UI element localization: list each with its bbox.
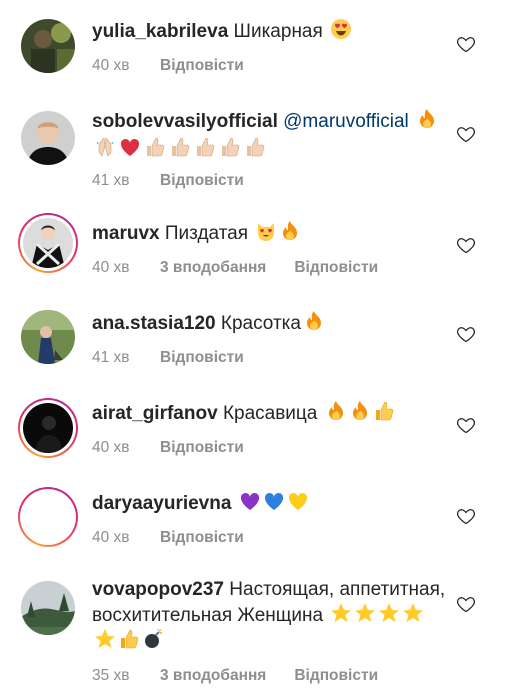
avatar[interactable] <box>18 487 78 547</box>
thumbs-up-emoji-icon <box>169 136 191 158</box>
reply-button[interactable]: Відповісти <box>160 435 244 460</box>
fire-emoji-icon <box>303 310 325 332</box>
heart-outline-icon[interactable] <box>456 34 476 54</box>
comment-time: 41 хв <box>92 172 130 189</box>
comments-list: yulia_kabrileva Шикарная 40 хв Відповіст… <box>0 0 506 700</box>
star-emoji-icon <box>94 628 116 650</box>
comment-time: 40 хв <box>92 529 130 546</box>
reply-button[interactable]: Відповісти <box>160 525 244 550</box>
avatar[interactable] <box>18 108 78 168</box>
comment-username[interactable]: ana.stasia120 <box>92 313 216 334</box>
mention-link[interactable]: @maruvofficial <box>283 111 409 132</box>
fire-emoji-icon <box>325 400 347 422</box>
heart-eyes-cat-emoji-icon <box>255 220 277 242</box>
emoji-line <box>92 134 446 159</box>
reply-button[interactable]: Відповісти <box>294 663 378 688</box>
comment-text: Пиздатая <box>164 223 249 244</box>
thumbs-up-emoji-icon <box>244 136 266 158</box>
thumbs-up-emoji-icon <box>144 136 166 158</box>
thumbs-up-emoji-icon <box>373 400 395 422</box>
thumbs-up-emoji-icon <box>194 136 216 158</box>
star-emoji-icon <box>330 602 352 624</box>
reply-button[interactable]: Відповісти <box>160 168 244 193</box>
heart-outline-icon[interactable] <box>456 124 476 144</box>
comment-text: Шикарная <box>233 21 323 42</box>
comment-time: 40 хв <box>92 439 130 456</box>
heart-outline-icon[interactable] <box>456 235 476 255</box>
purple-heart-emoji-icon <box>239 490 261 512</box>
thumbs-up-emoji-icon <box>219 136 241 158</box>
blue-heart-emoji-icon <box>263 490 285 512</box>
avatar[interactable] <box>18 578 78 638</box>
reply-button[interactable]: Відповісти <box>160 345 244 370</box>
reply-button[interactable]: Відповісти <box>294 255 378 280</box>
comment-time: 35 хв <box>92 667 130 684</box>
comment-username[interactable]: sobolevvasilyofficial <box>92 111 278 132</box>
yellow-heart-emoji-icon <box>287 490 309 512</box>
heart-eyes-emoji-icon <box>330 18 352 40</box>
comment-username[interactable]: yulia_kabrileva <box>92 21 228 42</box>
avatar[interactable] <box>18 398 78 458</box>
comment-username[interactable]: daryaayurievna <box>92 493 231 514</box>
comment-time: 40 хв <box>92 57 130 74</box>
comment-text: Красотка <box>220 313 301 334</box>
thumbs-up-emoji-icon <box>118 628 140 650</box>
avatar[interactable] <box>18 213 78 273</box>
comment-username[interactable]: vovapopov237 <box>92 579 224 600</box>
fire-emoji-icon <box>349 400 371 422</box>
star-emoji-icon <box>378 602 400 624</box>
avatar[interactable] <box>18 307 78 367</box>
comment-username[interactable]: airat_girfanov <box>92 403 218 424</box>
heart-outline-icon[interactable] <box>456 415 476 435</box>
reply-button[interactable]: Відповісти <box>160 53 244 78</box>
heart-outline-icon[interactable] <box>456 324 476 344</box>
likes-count[interactable]: 3 вподобання <box>160 663 266 688</box>
praying-hands-emoji-icon <box>94 136 116 158</box>
comment-time: 41 хв <box>92 349 130 366</box>
heart-outline-icon[interactable] <box>456 506 476 526</box>
likes-count[interactable]: 3 вподобання <box>160 255 266 280</box>
bomb-emoji-icon <box>142 628 164 650</box>
avatar[interactable] <box>18 16 78 76</box>
star-emoji-icon <box>402 602 424 624</box>
comment-text: Красавица <box>222 403 318 424</box>
heart-outline-icon[interactable] <box>456 594 476 614</box>
star-emoji-icon <box>354 602 376 624</box>
fire-emoji-icon <box>279 220 301 242</box>
fire-emoji-icon <box>416 108 438 130</box>
comment-username[interactable]: maruvx <box>92 223 160 244</box>
red-heart-emoji-icon <box>119 136 141 158</box>
comment-time: 40 хв <box>92 259 130 276</box>
